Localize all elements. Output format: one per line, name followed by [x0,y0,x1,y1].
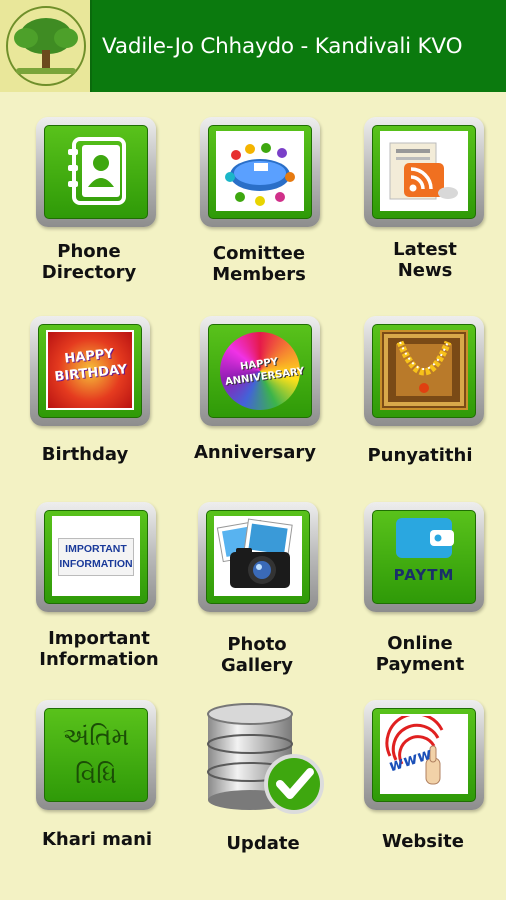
photo-gallery-button[interactable] [198,502,318,612]
punyatithi-button[interactable] [364,316,484,426]
online-payment-label: Online Payment [375,633,465,675]
important-information-button[interactable]: IMPORTANT INFORMATION [36,502,156,612]
khari-mani-button[interactable]: અંતિમ વિધિ [36,700,156,810]
database-check-icon [198,700,330,820]
latest-news-button[interactable] [364,117,484,227]
website-label: Website [381,831,464,852]
antim-vidhi-icon: અંતિમ વિધિ [62,722,198,789]
update-label: Update [226,833,300,854]
rss-news-icon [380,131,468,211]
khari-mani-label: Khari mani [41,829,153,850]
camera-photos-icon [214,516,302,596]
paytm-text: PAYTM [393,566,455,584]
address-book-icon [64,135,130,207]
anniversary-label: Anniversary [193,442,317,463]
birthday-label: Birthday [41,444,129,465]
online-payment-button[interactable]: PAYTM [364,502,484,612]
www-pointer-icon: www [380,714,468,794]
important-information-icon: IMPORTANT INFORMATION [52,516,140,596]
latest-news-label: Latest News [393,239,457,281]
phone-directory-label: Phone Directory [41,241,137,283]
phone-directory-button[interactable] [36,117,156,227]
happy-birthday-icon: HAPPY BIRTHDAY [46,330,134,410]
tree-logo-icon [0,0,92,92]
birthday-button[interactable]: HAPPY BIRTHDAY [30,316,150,426]
app-header: Vadile-Jo Chhaydo - Kandivali KVO [0,0,506,92]
punyatithi-label: Punyatithi [367,445,473,466]
paytm-wallet-icon [394,516,456,562]
important-information-label: Important Information [39,628,159,670]
update-button[interactable] [198,700,330,820]
anniversary-button[interactable]: HAPPY ANNIVERSARY [200,316,320,426]
happy-anniversary-icon: HAPPY ANNIVERSARY [220,332,305,410]
website-button[interactable]: www [364,700,484,810]
committee-members-button[interactable] [200,117,320,227]
committee-members-label: Comittee Members [212,243,306,285]
photo-gallery-label: Photo Gallery [220,634,294,676]
app-title: Vadile-Jo Chhaydo - Kandivali KVO [102,33,463,59]
meeting-table-icon [216,131,304,211]
garland-frame-icon [380,330,468,410]
